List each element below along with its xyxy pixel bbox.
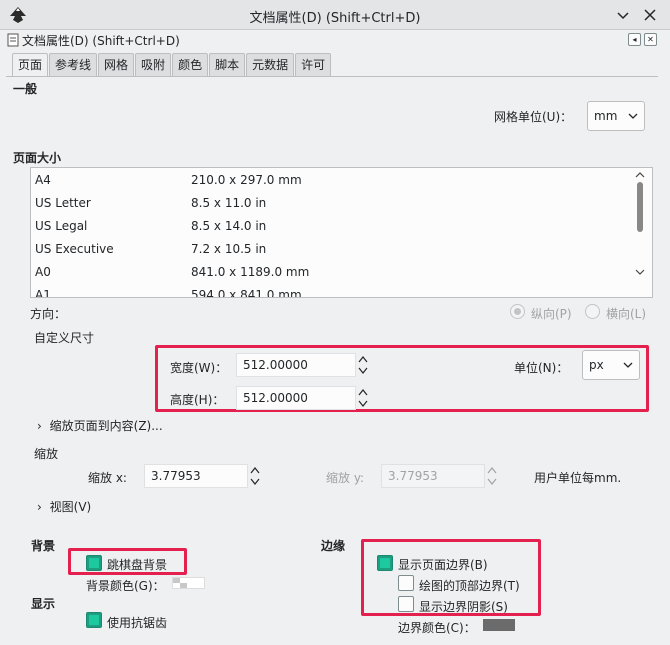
height-label: 高度(H)： xyxy=(170,393,225,407)
title-bar: 文档属性(D) (Shift+Ctrl+D) xyxy=(0,0,670,30)
show-border-checkbox[interactable] xyxy=(377,555,393,571)
dock-title: 文档属性(D) (Shift+Ctrl+D) xyxy=(22,34,180,48)
height-input[interactable]: 512.00000 xyxy=(236,386,356,410)
scale-y-input: 3.77953 xyxy=(381,464,485,488)
viewbox-label: 视图(V) xyxy=(49,500,92,514)
paper-dimensions: 841.0 x 1189.0 mm xyxy=(191,265,310,279)
page-size-heading: 页面大小 xyxy=(13,151,62,165)
orientation-label: 方向： xyxy=(30,307,67,321)
unit-label: 单位(N)： xyxy=(514,361,569,375)
border-color-swatch[interactable] xyxy=(483,619,515,631)
border-shadow-label: 显示边界阴影(S) xyxy=(419,600,508,614)
antialias-checkbox[interactable] xyxy=(86,612,102,628)
paper-dimensions: 8.5 x 14.0 in xyxy=(191,219,267,233)
grid-unit-value: mm xyxy=(594,109,618,123)
dock-header: 文档属性(D) (Shift+Ctrl+D) ◂ ✕ xyxy=(0,30,670,50)
tab-page[interactable]: 页面 xyxy=(12,53,49,77)
chevron-down-icon xyxy=(623,362,633,368)
highlight-box-size xyxy=(155,345,649,412)
checkerboard-label: 跳棋盘背景 xyxy=(107,558,168,572)
user-units-label: 用户单位每mm. xyxy=(534,471,622,485)
general-heading: 一般 xyxy=(13,82,38,96)
paper-dimensions: 8.5 x 11.0 in xyxy=(191,196,267,210)
tab-license[interactable]: 许可 xyxy=(295,53,332,76)
width-spinner-icon[interactable] xyxy=(357,353,369,377)
paper-dimensions: 210.0 x 297.0 mm xyxy=(191,173,302,187)
paper-name: US Executive xyxy=(35,242,114,256)
display-heading: 显示 xyxy=(31,597,56,611)
border-on-top-checkbox[interactable] xyxy=(398,575,414,591)
scale-x-spinner-icon[interactable] xyxy=(249,464,261,488)
paper-dimensions: 7.2 x 10.5 in xyxy=(191,242,267,256)
list-item[interactable]: A4 210.0 x 297.0 mm xyxy=(31,169,631,192)
tab-panel-border xyxy=(6,76,658,77)
unit-select[interactable]: px xyxy=(582,350,640,380)
minimize-button[interactable] xyxy=(614,6,632,24)
paper-name: US Letter xyxy=(35,196,91,210)
portrait-label: 纵向(P) xyxy=(531,307,572,321)
tab-guides[interactable]: 参考线 xyxy=(49,53,98,76)
tab-bar: 页面 参考线 网格 吸附 颜色 脚本 元数据 许可 xyxy=(12,53,332,77)
unit-value: px xyxy=(589,358,604,372)
antialias-label: 使用抗锯齿 xyxy=(107,616,168,630)
border-on-top-label: 绘图的顶部边界(T) xyxy=(419,579,520,593)
scale-x-label: 缩放 x: xyxy=(88,471,127,485)
paper-name: A4 xyxy=(35,173,51,187)
resize-to-content-expander[interactable]: › 缩放页面到内容(Z)... xyxy=(37,417,163,434)
width-input[interactable]: 512.00000 xyxy=(236,353,356,377)
scale-x-input[interactable]: 3.77953 xyxy=(144,464,248,488)
border-heading: 边缘 xyxy=(321,539,346,553)
list-item[interactable]: A0 841.0 x 1189.0 mm xyxy=(31,261,631,284)
list-item[interactable]: US Executive 7.2 x 10.5 in xyxy=(31,238,631,261)
page-size-list[interactable]: A4 210.0 x 297.0 mm US Letter 8.5 x 11.0 i… xyxy=(30,167,653,298)
grid-unit-label: 网格单位(U)： xyxy=(494,110,573,124)
dock-close-button[interactable]: ✕ xyxy=(644,33,657,46)
tab-snap[interactable]: 吸附 xyxy=(135,53,172,76)
paper-name: A1 xyxy=(35,288,51,298)
resize-to-content-label: 缩放页面到内容(Z)... xyxy=(49,419,163,433)
paper-name: US Legal xyxy=(35,219,88,233)
landscape-radio[interactable] xyxy=(585,304,600,319)
scroll-down-icon[interactable] xyxy=(635,268,645,276)
scroll-up-icon[interactable] xyxy=(635,171,645,179)
viewbox-expander[interactable]: › 视图(V) xyxy=(37,498,91,515)
paper-dimensions: 594.0 x 841.0 mm xyxy=(191,288,302,298)
chevron-right-icon: › xyxy=(37,500,42,514)
list-item[interactable]: US Letter 8.5 x 11.0 in xyxy=(31,192,631,215)
background-heading: 背景 xyxy=(31,539,56,553)
show-border-label: 显示页面边界(B) xyxy=(398,558,488,572)
height-spinner-icon[interactable] xyxy=(357,386,369,410)
scale-y-label: 缩放 y: xyxy=(326,471,365,485)
window-title: 文档属性(D) (Shift+Ctrl+D) xyxy=(249,11,421,26)
tab-metadata[interactable]: 元数据 xyxy=(246,53,295,76)
border-shadow-checkbox[interactable] xyxy=(398,596,414,612)
scale-y-spinner-icon xyxy=(487,467,497,485)
landscape-label: 横向(L) xyxy=(606,307,647,321)
scale-heading: 缩放 xyxy=(34,447,59,461)
portrait-radio[interactable] xyxy=(510,304,525,319)
width-label: 宽度(W)： xyxy=(170,361,228,375)
bg-color-swatch[interactable] xyxy=(172,577,205,589)
tab-scripting[interactable]: 脚本 xyxy=(209,53,246,76)
tab-grids[interactable]: 网格 xyxy=(98,53,135,76)
list-item[interactable]: A1 594.0 x 841.0 mm xyxy=(31,284,631,298)
list-scrollbar[interactable] xyxy=(637,182,643,232)
border-color-label: 边界颜色(C)： xyxy=(398,621,476,635)
custom-size-heading: 自定义尺寸 xyxy=(34,331,95,345)
close-button[interactable] xyxy=(641,6,659,24)
chevron-right-icon: › xyxy=(37,419,42,433)
dock-iconify-button[interactable]: ◂ xyxy=(628,33,641,46)
chevron-down-icon xyxy=(628,113,638,119)
close-icon xyxy=(644,9,656,21)
tab-color[interactable]: 颜色 xyxy=(172,53,209,76)
document-icon xyxy=(7,33,19,47)
grid-unit-select[interactable]: mm xyxy=(587,101,645,131)
paper-name: A0 xyxy=(35,265,51,279)
checkerboard-checkbox[interactable] xyxy=(86,555,102,571)
chevron-down-icon xyxy=(617,12,629,20)
bg-color-label: 背景颜色(G)： xyxy=(86,579,165,593)
list-item[interactable]: US Legal 8.5 x 14.0 in xyxy=(31,215,631,238)
